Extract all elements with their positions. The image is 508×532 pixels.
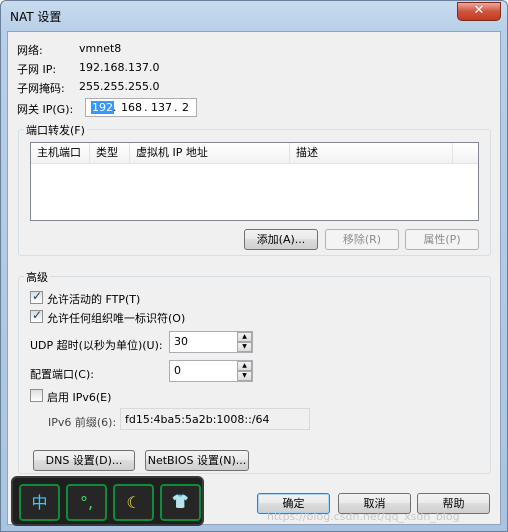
gateway-octet-3[interactable]: 137	[151, 101, 172, 114]
gateway-ip-input[interactable]: 192 . 168 . 137 . 2	[85, 98, 197, 117]
gateway-ip-label: 网关 IP(G):	[17, 103, 74, 116]
spin-down-icon[interactable]: ▼	[237, 342, 252, 352]
column-type[interactable]: 类型	[90, 143, 130, 164]
watermark: https://blog.csdn.net/qq_xsdn_blog	[267, 510, 460, 523]
port-forwarding-list[interactable]: 主机端口 类型 虚拟机 IP 地址 描述	[30, 142, 479, 221]
moon-icon[interactable]: ☾	[113, 484, 154, 521]
remove-button[interactable]: 移除(R)	[325, 229, 399, 250]
enable-ipv6-checkbox[interactable]	[30, 389, 43, 402]
allow-oui-checkbox[interactable]	[30, 308, 43, 323]
gateway-octet-1[interactable]: 192	[91, 101, 114, 114]
properties-button[interactable]: 属性(P)	[405, 229, 479, 250]
network-label: 网络:	[17, 44, 43, 57]
spin-up-icon[interactable]: ▲	[237, 332, 252, 342]
udp-timeout-stepper[interactable]: 30 ▲ ▼	[169, 331, 253, 353]
title-bar[interactable]: NAT 设置 ✕	[1, 1, 507, 31]
ipv6-prefix-value: fd15:4ba5:5a2b:1008::/64	[125, 413, 270, 426]
config-port-value[interactable]: 0	[174, 364, 181, 377]
column-vm-ip[interactable]: 虚拟机 IP 地址	[130, 143, 290, 164]
gateway-octet-2[interactable]: 168	[121, 101, 142, 114]
network-value: vmnet8	[79, 42, 122, 55]
udp-timeout-label: UDP 超时(以秒为单位)(U):	[30, 339, 163, 352]
config-port-label: 配置端口(C):	[30, 368, 94, 381]
gateway-octet-4[interactable]: 2	[182, 101, 189, 114]
add-button[interactable]: 添加(A)...	[244, 229, 318, 250]
spin-up-icon[interactable]: ▲	[237, 361, 252, 371]
ime-toolbar: 中 °, ☾ 👕	[11, 476, 204, 526]
allow-oui-label[interactable]: 允许任何组织唯一标识符(O)	[47, 310, 185, 326]
dns-settings-button[interactable]: DNS 设置(D)...	[33, 450, 135, 471]
column-host-port[interactable]: 主机端口	[31, 143, 90, 164]
window-title: NAT 设置	[10, 10, 62, 24]
dialog-body: 网络: vmnet8 子网 IP: 192.168.137.0 子网掩码: 25…	[7, 31, 501, 525]
allow-ftp-label[interactable]: 允许活动的 FTP(T)	[47, 291, 140, 307]
punctuation-icon[interactable]: °,	[66, 484, 107, 521]
column-description[interactable]: 描述	[290, 143, 453, 164]
spin-down-icon[interactable]: ▼	[237, 371, 252, 381]
ipv6-prefix-label: IPv6 前缀(6):	[48, 416, 117, 429]
subnet-ip-value: 192.168.137.0	[79, 61, 160, 74]
config-port-stepper[interactable]: 0 ▲ ▼	[169, 360, 253, 382]
enable-ipv6-label[interactable]: 启用 IPv6(E)	[47, 389, 111, 405]
advanced-title: 高级	[24, 269, 50, 285]
allow-ftp-checkbox[interactable]	[30, 289, 43, 304]
close-button[interactable]: ✕	[457, 2, 501, 21]
udp-timeout-value[interactable]: 30	[174, 335, 188, 348]
nat-settings-window: NAT 设置 ✕ 网络: vmnet8 子网 IP: 192.168.137.0…	[0, 0, 508, 532]
column-filler	[453, 143, 478, 164]
subnet-ip-label: 子网 IP:	[17, 63, 57, 76]
subnet-mask-value: 255.255.255.0	[79, 80, 160, 93]
chinese-mode-icon[interactable]: 中	[19, 484, 60, 521]
subnet-mask-label: 子网掩码:	[17, 82, 65, 95]
netbios-settings-button[interactable]: NetBIOS 设置(N)...	[145, 450, 249, 471]
ipv6-prefix-field[interactable]: fd15:4ba5:5a2b:1008::/64	[120, 408, 310, 430]
skin-icon[interactable]: 👕	[160, 484, 201, 521]
close-icon: ✕	[473, 3, 485, 18]
port-forwarding-title: 端口转发(F)	[24, 122, 87, 138]
